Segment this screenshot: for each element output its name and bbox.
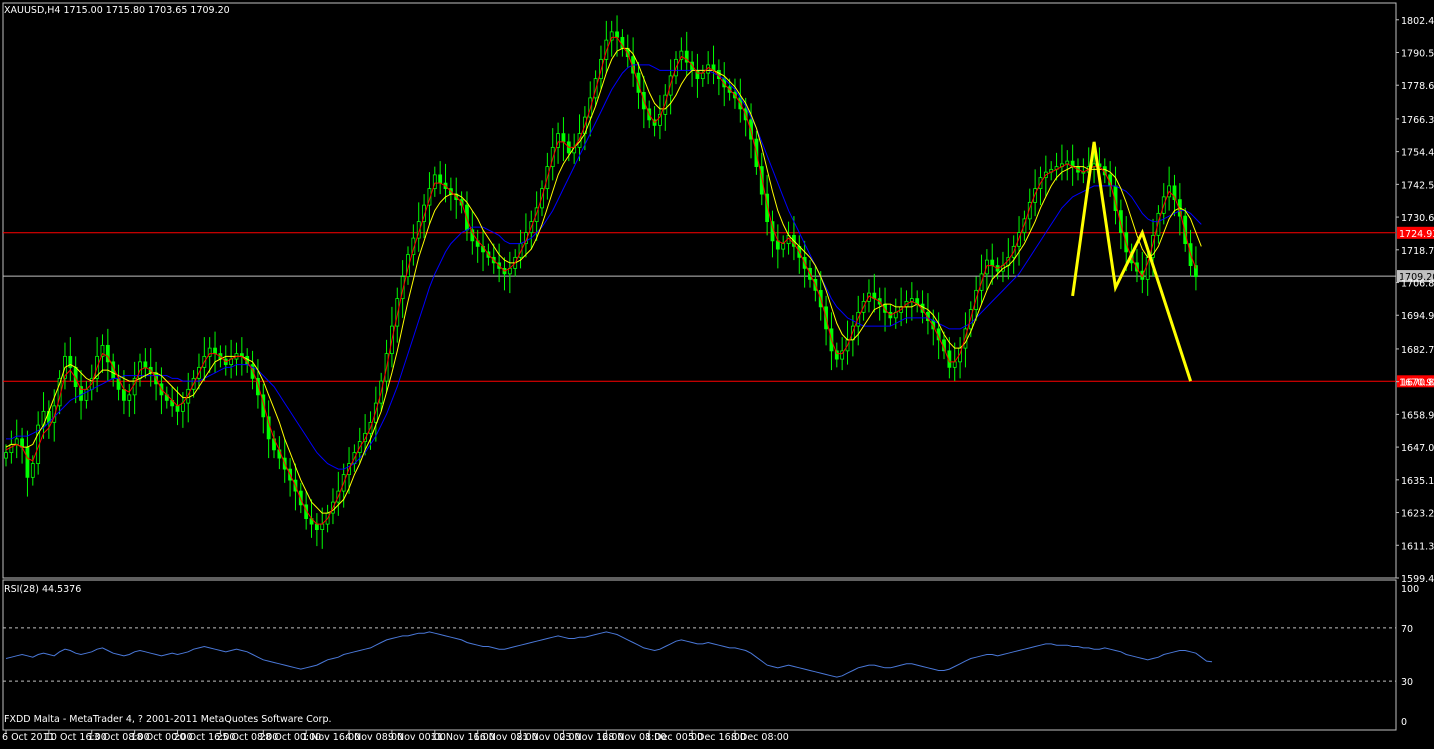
chart-canvas[interactable]: 1724.931709.201670.93 1802.401790.501778… — [0, 0, 1434, 745]
price-tick-label-0: 1802.40 — [1401, 16, 1434, 27]
price-marker-label-0: 1724.93 — [1399, 229, 1434, 240]
price-tick-label-12: 1658.90 — [1401, 410, 1434, 421]
rsi-tick-label-0: 100 — [1401, 584, 1419, 595]
price-tick-label-7: 1718.75 — [1401, 246, 1434, 257]
price-tick-label-14: 1635.10 — [1401, 476, 1434, 487]
price-tick-label-11: 1670.80 — [1401, 378, 1434, 389]
price-tick-label-13: 1647.00 — [1401, 443, 1434, 454]
price-tick-label-10: 1682.70 — [1401, 345, 1434, 356]
rsi-tick-label-1: 70 — [1401, 624, 1413, 635]
rsi-label: RSI(28) 44.5376 — [4, 584, 81, 595]
copyright-footer: FXDD Malta - MetaTrader 4, ? 2001-2011 M… — [4, 714, 332, 725]
rsi-tick-label-2: 30 — [1401, 677, 1413, 688]
price-tick-label-5: 1742.55 — [1401, 180, 1434, 191]
price-tick-label-9: 1694.95 — [1401, 311, 1434, 322]
price-tick-label-1: 1790.50 — [1401, 48, 1434, 59]
metatrader-chart-window: 1724.931709.201670.93 1802.401790.501778… — [0, 0, 1434, 745]
price-tick-label-16: 1611.30 — [1401, 541, 1434, 552]
price-tick-label-8: 1706.85 — [1401, 279, 1434, 290]
symbol-header: XAUUSD,H4 1715.00 1715.80 1703.65 1709.2… — [4, 5, 230, 16]
price-tick-label-15: 1623.20 — [1401, 509, 1434, 520]
rsi-tick-label-3: 0 — [1401, 717, 1407, 728]
price-tick-label-4: 1754.45 — [1401, 148, 1434, 159]
time-tick-label-17: 8 Dec 08:00 — [731, 732, 789, 743]
price-tick-label-2: 1778.60 — [1401, 81, 1434, 92]
price-tick-label-6: 1730.65 — [1401, 213, 1434, 224]
price-tick-label-3: 1766.35 — [1401, 115, 1434, 126]
